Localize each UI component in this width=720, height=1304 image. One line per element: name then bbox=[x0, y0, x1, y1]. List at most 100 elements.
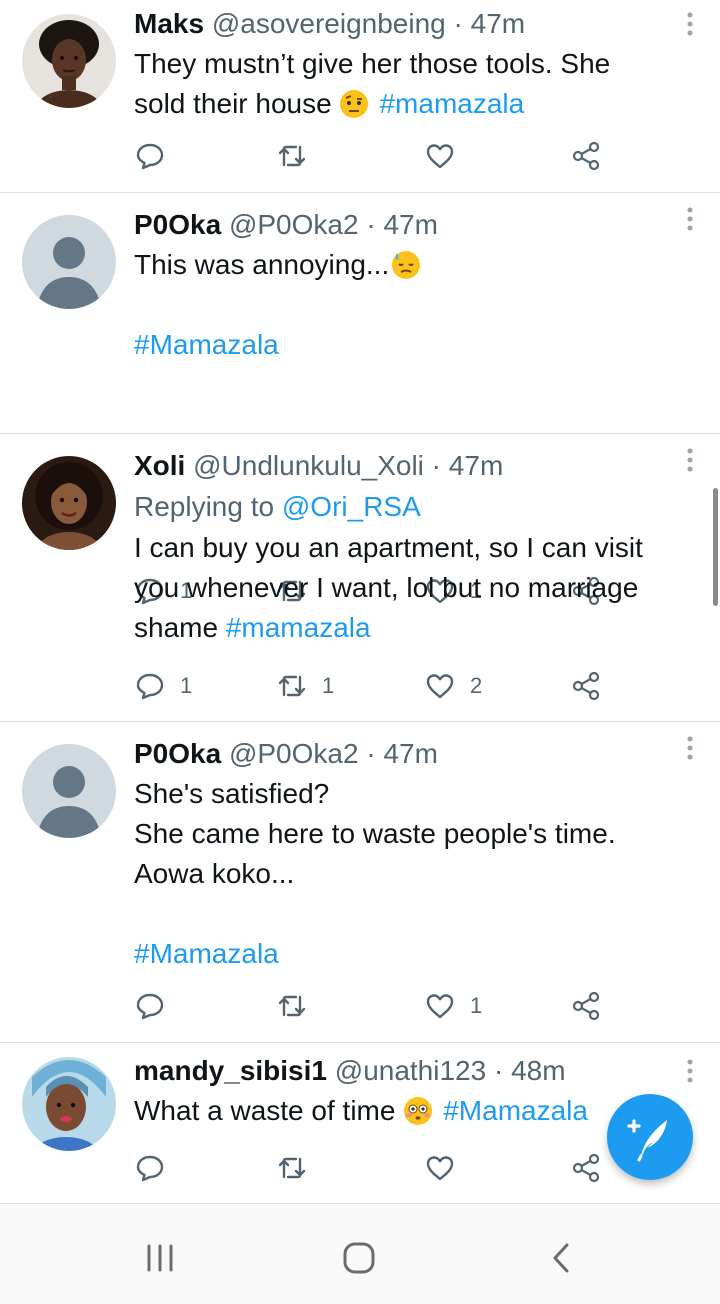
share-button[interactable] bbox=[570, 1150, 602, 1186]
reply-icon bbox=[136, 993, 164, 1020]
display-name[interactable]: Maks bbox=[134, 8, 204, 39]
reply-button[interactable] bbox=[134, 988, 180, 1024]
like-button[interactable] bbox=[424, 1150, 470, 1186]
more-vertical-icon[interactable] bbox=[686, 736, 694, 760]
tweet[interactable]: Xoli @Undlunkulu_Xoli · 47m Replying to … bbox=[0, 434, 720, 722]
more-vertical-icon[interactable] bbox=[686, 12, 694, 36]
text-span: What a waste of time bbox=[134, 1095, 404, 1126]
handle[interactable]: @asovereignbeing bbox=[212, 8, 446, 39]
display-name[interactable]: P0Oka bbox=[134, 738, 221, 769]
retweet-icon bbox=[278, 1157, 306, 1179]
text-line: sold their house #mamazala bbox=[134, 84, 680, 124]
handle[interactable]: @P0Oka2 bbox=[229, 738, 359, 769]
timestamp[interactable]: 48m bbox=[511, 1055, 565, 1086]
text-line: I can buy you an apartment, so I can vis… bbox=[134, 532, 643, 563]
retweet-icon bbox=[278, 145, 306, 167]
hashtag-link[interactable]: #mamazala bbox=[226, 612, 371, 643]
reply-button[interactable] bbox=[134, 138, 180, 174]
tweet-header: Maks @asovereignbeing · 47m bbox=[134, 4, 680, 44]
text-line: you whenever I want, lol but no marriage bbox=[134, 572, 639, 603]
tweet[interactable]: P0Oka @P0Oka2 · 47m This was annoying...… bbox=[0, 193, 720, 606]
tweet-actions: 1 bbox=[134, 988, 614, 1024]
like-button[interactable] bbox=[424, 138, 470, 174]
compose-tweet-button[interactable] bbox=[607, 1094, 693, 1192]
text-line: She came here to waste people's time. bbox=[134, 818, 616, 849]
more-vertical-icon[interactable] bbox=[686, 207, 694, 231]
tweet-header: mandy_sibisi1 @unathi123 · 48m bbox=[134, 1051, 680, 1091]
like-count: 2 bbox=[470, 673, 483, 698]
avatar[interactable] bbox=[22, 14, 116, 108]
handle[interactable]: @Undlunkulu_Xoli bbox=[193, 450, 424, 481]
face-with-raised-eyebrow-icon bbox=[339, 89, 369, 119]
display-name[interactable]: Xoli bbox=[134, 450, 185, 481]
avatar[interactable] bbox=[22, 1057, 116, 1151]
hashtag-link[interactable]: #mamazala bbox=[379, 88, 524, 119]
retweet-button[interactable] bbox=[276, 138, 322, 174]
share-button[interactable] bbox=[570, 988, 602, 1024]
heart-icon bbox=[426, 1156, 454, 1181]
reply-button[interactable] bbox=[134, 1150, 180, 1186]
tweet[interactable]: Maks @asovereignbeing · 47m They mustn’t… bbox=[0, 0, 720, 193]
retweet-button[interactable] bbox=[276, 988, 322, 1024]
timestamp[interactable]: 47m bbox=[383, 738, 437, 769]
more-vertical-icon[interactable] bbox=[686, 448, 694, 472]
avatar[interactable] bbox=[22, 456, 116, 550]
retweet-icon bbox=[278, 675, 306, 697]
like-button[interactable]: 2 bbox=[424, 668, 482, 704]
share-button[interactable] bbox=[570, 138, 602, 174]
replying-to: Replying to @Ori_RSA bbox=[134, 486, 680, 528]
tweet-actions bbox=[134, 138, 614, 174]
hashtag-link[interactable]: #Mamazala bbox=[134, 329, 279, 360]
separator: · bbox=[358, 738, 384, 769]
tweet-actions bbox=[134, 1150, 614, 1186]
text-line: Aowa koko... bbox=[134, 858, 295, 889]
like-count: 1 bbox=[470, 993, 483, 1018]
reply-icon bbox=[136, 143, 164, 170]
heart-icon bbox=[426, 994, 454, 1019]
text-line: They mustn’t give her those tools. She bbox=[134, 48, 611, 79]
display-name[interactable]: mandy_sibisi1 bbox=[134, 1055, 327, 1086]
tweet-header: Xoli @Undlunkulu_Xoli · 47m bbox=[134, 446, 680, 486]
timestamp[interactable]: 47m bbox=[383, 209, 437, 240]
tweet[interactable]: P0Oka @P0Oka2 · 47m She's satisfied? She… bbox=[0, 722, 720, 1043]
text-line: shame #mamazala bbox=[134, 608, 680, 648]
hashtag-link[interactable]: #Mamazala bbox=[443, 1095, 588, 1126]
separator: · bbox=[358, 209, 384, 240]
share-icon bbox=[572, 671, 600, 701]
display-name[interactable]: P0Oka bbox=[134, 209, 221, 240]
text-span: sold their house bbox=[134, 88, 340, 119]
retweet-button[interactable]: 1 bbox=[276, 668, 334, 704]
timestamp[interactable]: 47m bbox=[449, 450, 503, 481]
recent-apps-button[interactable] bbox=[146, 1240, 174, 1276]
share-button[interactable] bbox=[570, 668, 602, 704]
compose-feather-icon bbox=[627, 1119, 667, 1162]
share-icon bbox=[572, 991, 600, 1021]
scrollbar-thumb[interactable] bbox=[713, 488, 718, 606]
handle[interactable]: @P0Oka2 bbox=[229, 209, 359, 240]
reply-icon bbox=[136, 1155, 164, 1182]
retweet-icon bbox=[278, 995, 306, 1017]
home-button[interactable] bbox=[340, 1240, 378, 1276]
handle[interactable]: @unathi123 bbox=[335, 1055, 486, 1086]
retweet-button[interactable] bbox=[276, 1150, 322, 1186]
share-icon bbox=[572, 1153, 600, 1183]
hashtag-link[interactable]: #Mamazala bbox=[134, 938, 279, 969]
tweet-body: Maks @asovereignbeing · 47m They mustn’t… bbox=[134, 4, 680, 124]
text-line: #Mamazala bbox=[134, 934, 680, 974]
avatar[interactable] bbox=[22, 744, 116, 838]
replying-prefix: Replying to bbox=[134, 491, 282, 522]
reply-icon bbox=[136, 673, 164, 700]
more-vertical-icon[interactable] bbox=[686, 1059, 694, 1083]
text-line: She's satisfied? bbox=[134, 778, 330, 809]
back-button[interactable] bbox=[548, 1240, 574, 1276]
tweet-text: I can buy you an apartment, so I can vis… bbox=[134, 528, 680, 648]
reply-button[interactable]: 1 bbox=[134, 668, 192, 704]
recent-apps-icon bbox=[147, 1244, 173, 1272]
separator: · bbox=[486, 1055, 512, 1086]
timestamp[interactable]: 47m bbox=[471, 8, 525, 39]
text-line: This was annoying... bbox=[134, 245, 680, 285]
replying-to-handle-link[interactable]: @Ori_RSA bbox=[282, 491, 421, 522]
like-button[interactable]: 1 bbox=[424, 988, 482, 1024]
avatar[interactable] bbox=[22, 215, 116, 309]
